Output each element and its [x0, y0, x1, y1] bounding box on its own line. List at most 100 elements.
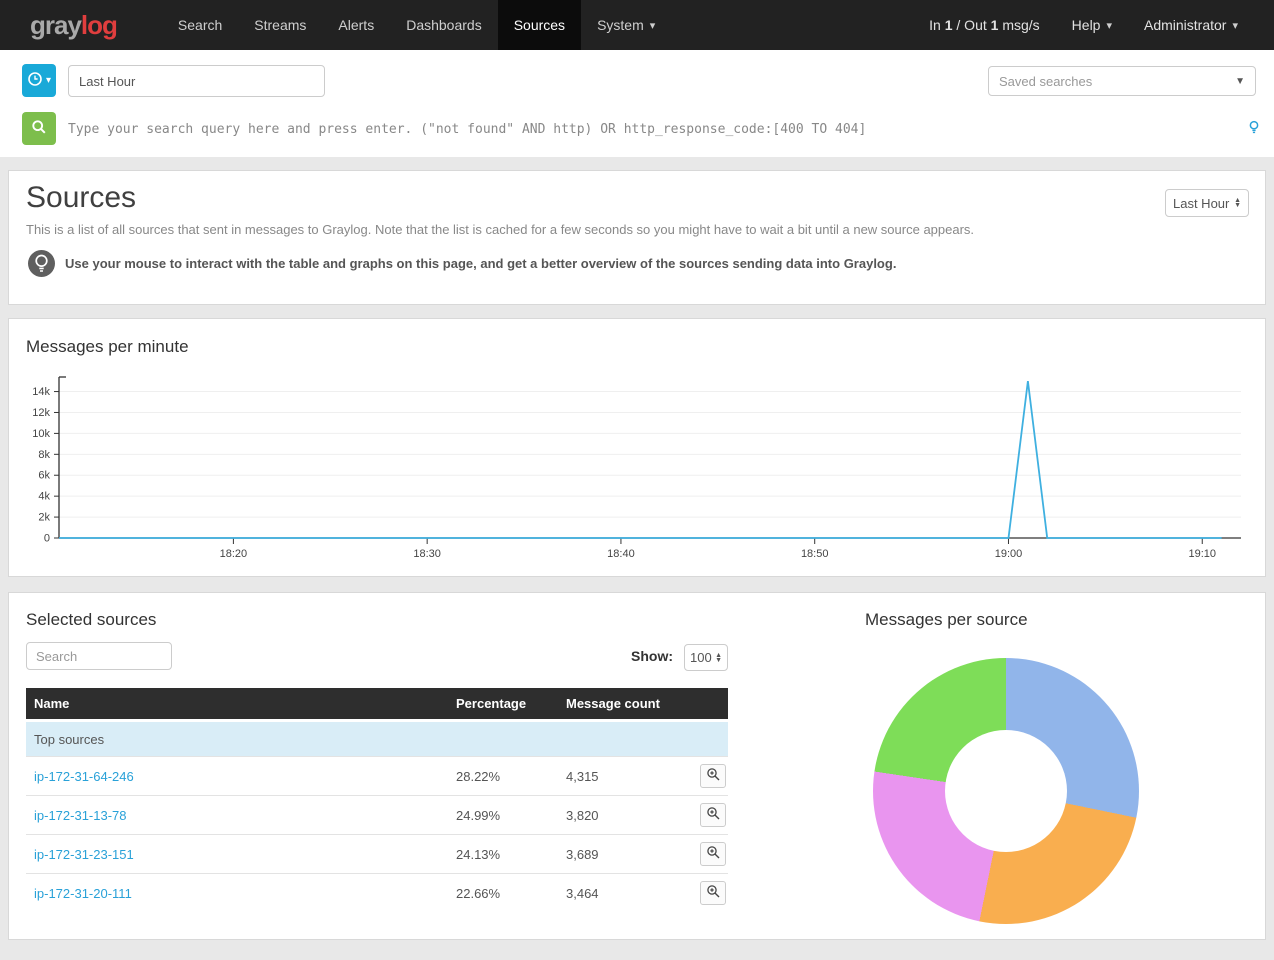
group-row-label: Top sources — [26, 732, 456, 747]
chevron-down-icon: ▾ — [650, 19, 656, 32]
logo-log-text: log — [81, 10, 117, 41]
nav-item-label: Sources — [514, 17, 565, 33]
group-row-top-sources: Top sources — [26, 722, 728, 756]
help-menu[interactable]: Help ▾ — [1056, 0, 1128, 50]
select-arrows-icon: ▲▼ — [1234, 198, 1241, 208]
page-description: This is a list of all sources that sent … — [26, 222, 974, 237]
query-help-lightbulb-icon[interactable] — [1247, 120, 1261, 140]
navbar: graylog Search Streams Alerts Dashboards Sou… — [0, 0, 1274, 50]
show-count-value: 100 — [690, 650, 715, 665]
source-percentage: 24.99% — [456, 808, 566, 823]
search-area: ▾ Saved searches ▼ — [0, 50, 1274, 157]
magnifier-plus-icon — [706, 806, 721, 824]
page-title: Sources — [26, 181, 136, 215]
svg-text:19:00: 19:00 — [995, 548, 1023, 560]
saved-searches-placeholder: Saved searches — [999, 74, 1235, 89]
svg-text:8k: 8k — [38, 449, 50, 461]
table-row: ip-172-31-20-111 22.66%3,464 — [26, 873, 728, 912]
svg-text:18:50: 18:50 — [801, 548, 829, 560]
logo-gray-text: gray — [30, 10, 81, 41]
table-header: Name Percentage Message count — [26, 688, 728, 719]
timerange-type-button[interactable]: ▾ — [22, 64, 56, 97]
chevron-down-icon: ▾ — [1106, 19, 1112, 32]
show-label: Show: — [631, 648, 673, 664]
source-link[interactable]: ip-172-31-20-111 — [34, 886, 132, 901]
svg-text:19:10: 19:10 — [1188, 548, 1216, 560]
nav-item-search[interactable]: Search — [162, 0, 238, 50]
messages-per-minute-panel: Messages per minute 02k4k6k8k10k12k14k18… — [8, 318, 1266, 577]
table-row: ip-172-31-64-24628.22%4,315 — [26, 756, 728, 795]
table-row: ip-172-31-13-7824.99%3,820 — [26, 795, 728, 834]
nav-item-label: Search — [178, 17, 222, 33]
search-query-input[interactable] — [68, 113, 1228, 145]
svg-text:0: 0 — [44, 533, 50, 545]
magnifier-plus-icon — [706, 767, 721, 785]
tip-row: Use your mouse to interact with the tabl… — [28, 250, 896, 277]
source-percentage: 28.22% — [456, 769, 566, 784]
svg-text:18:20: 18:20 — [220, 548, 248, 560]
zoom-in-source-button[interactable] — [700, 803, 726, 827]
clock-icon — [27, 71, 43, 90]
nav-item-dashboards[interactable]: Dashboards — [390, 0, 498, 50]
sources-table: Name Percentage Message count Top source… — [26, 688, 728, 912]
sources-timerange-select[interactable]: Last Hour ▲▼ — [1165, 189, 1249, 217]
bottom-panel: Selected sources Show: 100 ▲▼ Name Perce… — [8, 592, 1266, 940]
source-link[interactable]: ip-172-31-64-246 — [34, 769, 134, 784]
sources-timerange-value: Last Hour — [1173, 196, 1234, 211]
source-percentage: 22.66% — [456, 886, 566, 901]
nav-item-label: Streams — [254, 17, 306, 33]
chevron-down-icon: ▾ — [1232, 19, 1238, 32]
zoom-in-source-button[interactable] — [700, 881, 726, 905]
nav-item-streams[interactable]: Streams — [238, 0, 322, 50]
svg-text:2k: 2k — [38, 512, 50, 524]
nav-item-system[interactable]: System ▾ — [581, 0, 671, 50]
messages-per-source-donut[interactable] — [873, 658, 1139, 924]
throughput-indicator[interactable]: In 1 / Out 1 msg/s — [913, 0, 1056, 50]
svg-text:18:40: 18:40 — [607, 548, 635, 560]
svg-text:18:30: 18:30 — [413, 548, 441, 560]
messages-per-minute-chart[interactable]: 02k4k6k8k10k12k14k18:2018:3018:4018:5019… — [9, 371, 1265, 581]
svg-text:12k: 12k — [32, 407, 50, 419]
throughput-in-value: 1 — [945, 17, 953, 33]
saved-searches-dropdown[interactable]: Saved searches ▼ — [988, 66, 1256, 96]
messages-per-minute-title: Messages per minute — [26, 337, 189, 357]
select-arrows-icon: ▲▼ — [715, 653, 722, 663]
nav-item-sources[interactable]: Sources — [498, 0, 581, 50]
source-message-count: 3,464 — [566, 886, 684, 901]
magnifier-plus-icon — [706, 845, 721, 863]
timerange-input[interactable] — [68, 65, 325, 97]
source-link[interactable]: ip-172-31-23-151 — [34, 847, 134, 862]
source-message-count: 3,689 — [566, 847, 684, 862]
chevron-down-icon: ▼ — [1235, 76, 1245, 87]
nav-item-label: Alerts — [338, 17, 374, 33]
user-label: Administrator — [1144, 17, 1226, 33]
sources-header-panel: Sources This is a list of all sources th… — [8, 170, 1266, 305]
show-count-select[interactable]: 100 ▲▼ — [684, 644, 728, 671]
column-header-percentage: Percentage — [456, 696, 566, 711]
tip-text: Use your mouse to interact with the tabl… — [65, 256, 896, 271]
svg-text:10k: 10k — [32, 428, 50, 440]
magnifier-plus-icon — [706, 884, 721, 902]
nav-item-label: System — [597, 17, 644, 33]
lightbulb-icon — [28, 250, 55, 277]
messages-per-source-title: Messages per source — [865, 610, 1028, 630]
nav-item-alerts[interactable]: Alerts — [322, 0, 390, 50]
sources-table-rows: ip-172-31-64-24628.22%4,315ip-172-31-13-… — [26, 756, 728, 912]
source-link[interactable]: ip-172-31-13-78 — [34, 808, 127, 823]
table-row: ip-172-31-23-15124.13%3,689 — [26, 834, 728, 873]
graylog-logo[interactable]: graylog — [30, 0, 117, 50]
selected-sources-title: Selected sources — [26, 610, 156, 630]
zoom-in-source-button[interactable] — [700, 842, 726, 866]
zoom-in-source-button[interactable] — [700, 764, 726, 788]
throughput-mid: / Out — [953, 17, 991, 33]
sources-filter-input[interactable] — [26, 642, 172, 670]
help-label: Help — [1072, 17, 1101, 33]
nav-right: In 1 / Out 1 msg/s Help ▾ Administrator … — [913, 0, 1254, 50]
donut-hole — [945, 730, 1067, 852]
chevron-down-icon: ▾ — [46, 75, 51, 86]
throughput-post: msg/s — [998, 17, 1039, 33]
svg-text:4k: 4k — [38, 491, 50, 503]
user-menu[interactable]: Administrator ▾ — [1128, 0, 1254, 50]
search-submit-button[interactable] — [22, 112, 56, 145]
column-header-name: Name — [26, 696, 456, 711]
